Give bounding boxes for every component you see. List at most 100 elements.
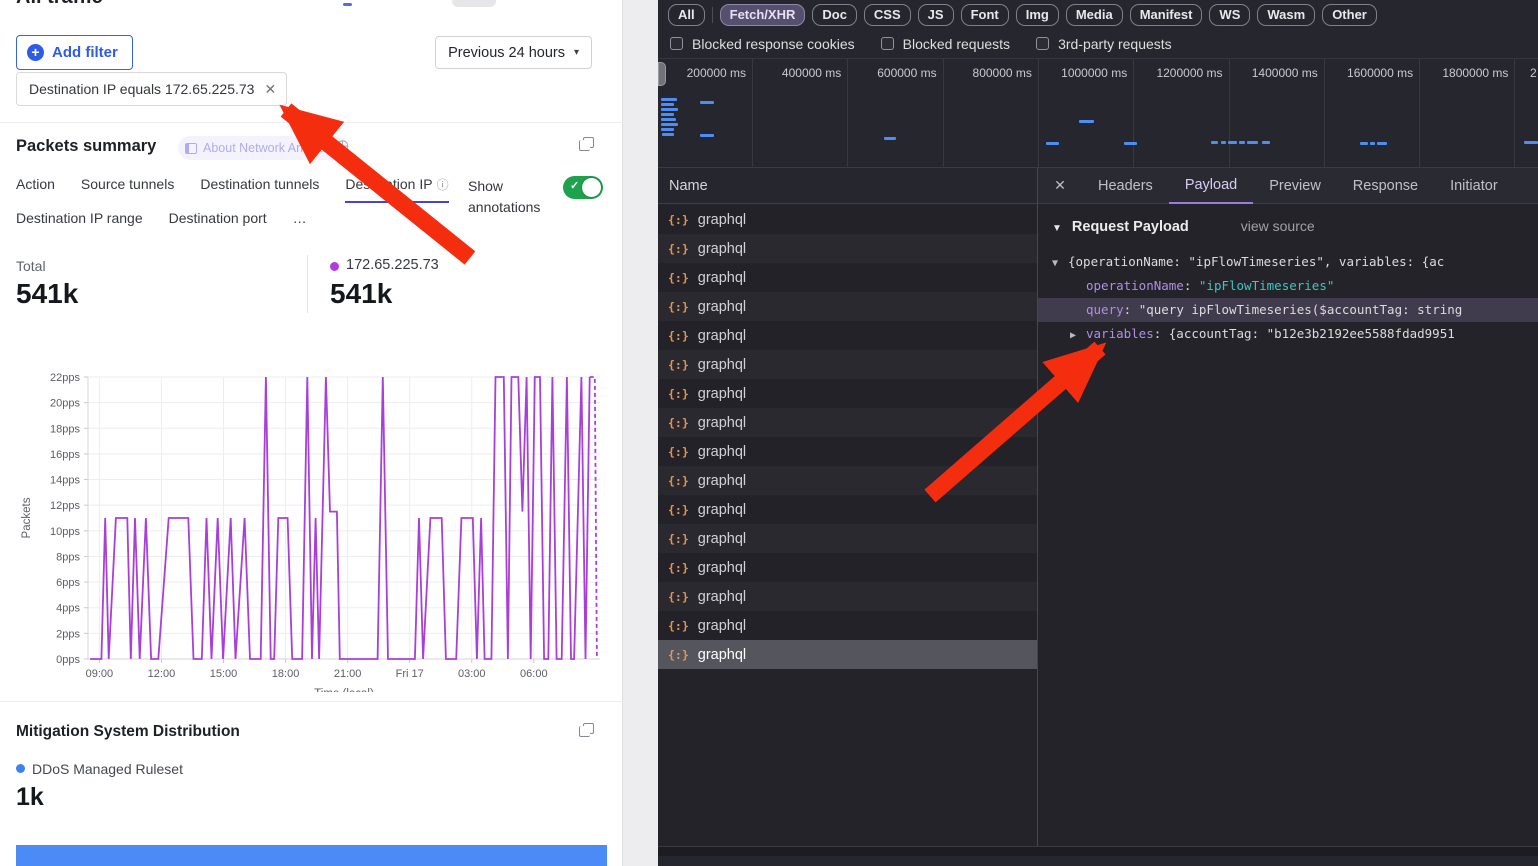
close-detail-icon[interactable]: ✕ bbox=[1038, 177, 1082, 194]
request-name-label: graphql bbox=[698, 299, 746, 315]
view-source-link[interactable]: view source bbox=[1241, 218, 1315, 234]
checkbox-blocked-requests[interactable]: Blocked requests bbox=[881, 36, 1010, 52]
json-braces-icon: {:} bbox=[668, 532, 689, 546]
request-payload-header[interactable]: ▼ Request Payload view source bbox=[1052, 218, 1315, 235]
json-braces-icon: {:} bbox=[668, 300, 689, 314]
tab-action[interactable]: Action bbox=[16, 176, 55, 203]
filter-pill-js[interactable]: JS bbox=[918, 4, 954, 26]
clock-icon[interactable]: ◷ bbox=[336, 136, 349, 154]
about-network-analytics-badge[interactable]: About Network Analytics bbox=[178, 136, 348, 160]
tab-payload[interactable]: Payload bbox=[1169, 168, 1253, 204]
table-row-request[interactable]: {:}graphql bbox=[658, 437, 1037, 466]
filter-pill-wasm[interactable]: Wasm bbox=[1257, 4, 1315, 26]
tab-preview[interactable]: Preview bbox=[1253, 168, 1337, 204]
payload-line-3[interactable]: ▶variables: {accountTag: "b12e3b2192ee55… bbox=[1038, 322, 1538, 346]
tab-response[interactable]: Response bbox=[1337, 168, 1434, 204]
json-braces-icon: {:} bbox=[668, 648, 689, 662]
timeline-tick-label: 800000 ms bbox=[956, 66, 1032, 80]
filter-pill-manifest[interactable]: Manifest bbox=[1130, 4, 1203, 26]
svg-text:22pps: 22pps bbox=[50, 372, 80, 384]
table-row-request[interactable]: {:}graphql bbox=[658, 379, 1037, 408]
filter-chip[interactable]: Destination IP equals 172.65.225.73 ✕ bbox=[16, 72, 287, 106]
timeline-gridline bbox=[1133, 59, 1134, 168]
show-annotations-toggle[interactable]: ✓ bbox=[563, 176, 603, 199]
tab-initiator[interactable]: Initiator bbox=[1434, 168, 1514, 204]
table-row-request[interactable]: {:}graphql bbox=[658, 553, 1037, 582]
table-row-request[interactable]: {:}graphql bbox=[658, 321, 1037, 350]
table-row-request[interactable]: {:}graphql bbox=[658, 263, 1037, 292]
top-edge-notch bbox=[452, 0, 496, 7]
mitigation-legend-dot bbox=[16, 764, 25, 773]
series-line bbox=[90, 377, 590, 659]
tab-source-tunnels[interactable]: Source tunnels bbox=[81, 176, 174, 203]
request-name-label: graphql bbox=[698, 444, 746, 460]
table-row-request[interactable]: {:}graphql bbox=[658, 350, 1037, 379]
tab-destination-tunnels[interactable]: Destination tunnels bbox=[200, 176, 319, 203]
table-row-request[interactable]: {:}graphql bbox=[658, 495, 1037, 524]
total-value: 541k bbox=[16, 278, 78, 310]
json-braces-icon: {:} bbox=[668, 474, 689, 488]
filter-pill-media[interactable]: Media bbox=[1066, 4, 1123, 26]
network-timeline-overview[interactable]: 200000 ms400000 ms600000 ms800000 ms1000… bbox=[658, 58, 1538, 168]
request-timing-bar bbox=[661, 103, 674, 106]
tab-destination-ip-range[interactable]: Destination IP range bbox=[16, 210, 143, 234]
filter-pill-doc[interactable]: Doc bbox=[812, 4, 857, 26]
payload-line-0[interactable]: ▼{operationName: "ipFlowTimeseries", var… bbox=[1038, 250, 1538, 274]
request-payload-title: Request Payload bbox=[1072, 219, 1189, 235]
add-filter-button[interactable]: + Add filter bbox=[16, 35, 133, 70]
payload-line-1[interactable]: operationName: "ipFlowTimeseries" bbox=[1038, 274, 1538, 298]
packets-summary-title: Packets summary bbox=[16, 137, 156, 156]
request-timing-bar bbox=[1262, 141, 1270, 144]
request-timing-bar bbox=[1524, 141, 1538, 144]
name-column-header[interactable]: Name bbox=[658, 168, 1037, 204]
tab-destination-ip[interactable]: Destination IPⓘ bbox=[345, 176, 448, 203]
table-row-request[interactable]: {:}graphql bbox=[658, 611, 1037, 640]
close-icon[interactable]: ✕ bbox=[264, 81, 276, 98]
code-segment: query bbox=[1086, 302, 1124, 317]
filter-pill-all[interactable]: All bbox=[668, 4, 705, 26]
json-braces-icon: {:} bbox=[668, 387, 689, 401]
svg-text:15:00: 15:00 bbox=[210, 668, 238, 680]
tabs-overflow-button[interactable]: … bbox=[293, 210, 307, 234]
packets-timeseries-chart[interactable]: 0pps2pps4pps6pps8pps10pps12pps14pps16pps… bbox=[0, 362, 620, 692]
json-braces-icon: {:} bbox=[668, 242, 689, 256]
table-row-request[interactable]: {:}graphql bbox=[658, 234, 1037, 263]
table-row-request[interactable]: {:}graphql bbox=[658, 640, 1037, 669]
checkbox-blocked-response-cookies[interactable]: Blocked response cookies bbox=[670, 36, 855, 52]
payload-line-2[interactable]: query: "query ipFlowTimeseries($accountT… bbox=[1038, 298, 1538, 322]
request-name-label: graphql bbox=[698, 531, 746, 547]
timeline-tick-label: 1000000 ms bbox=[1051, 66, 1127, 80]
table-row-request[interactable]: {:}graphql bbox=[658, 466, 1037, 495]
table-row-request[interactable]: {:}graphql bbox=[658, 205, 1037, 234]
checkbox-box[interactable] bbox=[670, 37, 683, 50]
add-filter-label: Add filter bbox=[52, 44, 118, 61]
filter-pill-font[interactable]: Font bbox=[961, 4, 1009, 26]
timeline-gridline bbox=[1229, 59, 1230, 168]
timeline-resizer-handle[interactable] bbox=[658, 62, 666, 86]
tab-headers[interactable]: Headers bbox=[1082, 168, 1169, 204]
filter-pill-fetchxhr[interactable]: Fetch/XHR bbox=[720, 4, 806, 26]
checkbox-3rd-party-requests[interactable]: 3rd-party requests bbox=[1036, 36, 1172, 52]
request-timing-bar bbox=[700, 134, 714, 137]
svg-text:Packets: Packets bbox=[21, 497, 33, 538]
tab-destination-port[interactable]: Destination port bbox=[169, 210, 267, 234]
checkbox-box[interactable] bbox=[1036, 37, 1049, 50]
request-name-label: graphql bbox=[698, 589, 746, 605]
expanded-caret-icon[interactable]: ▼ bbox=[1052, 252, 1068, 274]
checkbox-box[interactable] bbox=[881, 37, 894, 50]
table-row-request[interactable]: {:} graphql bbox=[658, 582, 1037, 611]
filter-pill-other[interactable]: Other bbox=[1322, 4, 1377, 26]
request-filter-checkboxes: Blocked response cookies Blocked requests… bbox=[658, 29, 1538, 58]
table-row-request[interactable]: {:} graphql bbox=[658, 292, 1037, 321]
filter-pill-ws[interactable]: WS bbox=[1209, 4, 1250, 26]
request-timing-bar bbox=[1360, 142, 1368, 145]
table-row-request[interactable]: {:}graphql bbox=[658, 408, 1037, 437]
table-row-request[interactable]: {:} graphql bbox=[658, 524, 1037, 553]
json-braces-icon: {:} bbox=[668, 590, 689, 604]
collapsed-caret-icon[interactable]: ▶ bbox=[1070, 324, 1086, 346]
filter-pill-css[interactable]: CSS bbox=[864, 4, 911, 26]
time-range-dropdown[interactable]: Previous 24 hours ▾ bbox=[435, 36, 592, 69]
expand-panel-icon[interactable] bbox=[583, 723, 594, 734]
filter-pill-img[interactable]: Img bbox=[1016, 4, 1059, 26]
expand-panel-icon[interactable] bbox=[583, 137, 594, 148]
